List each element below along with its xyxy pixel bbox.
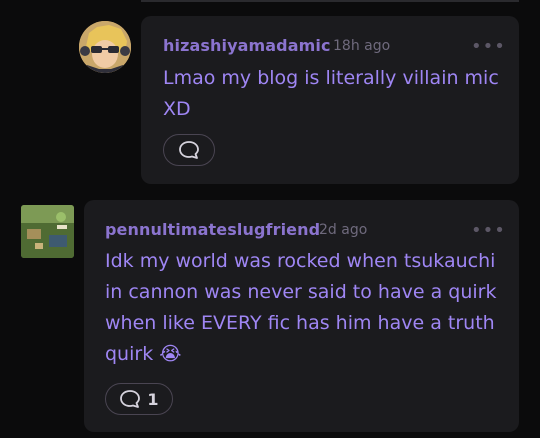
- comment-bubble: pennultimateslugfriend 2d ago ••• Idk my…: [84, 200, 519, 432]
- comment-text: Idk my world was rocked when tsukauchi i…: [105, 250, 497, 365]
- more-options-button[interactable]: •••: [471, 38, 506, 56]
- comment-bubble: hizashiyamadamic 18h ago ••• Lmao my blo…: [141, 16, 519, 184]
- username-link[interactable]: hizashiyamadamic: [163, 36, 331, 55]
- avatar-icon: [21, 205, 74, 258]
- speech-bubble-icon: [179, 141, 199, 159]
- comment-text: Lmao my blog is literally villain mic XD: [163, 67, 499, 120]
- user-avatar[interactable]: [21, 205, 74, 258]
- username-link[interactable]: pennultimateslugfriend: [105, 220, 320, 239]
- avatar-icon: [79, 21, 131, 73]
- thread-divider: [141, 0, 519, 2]
- speech-bubble-icon: [120, 390, 141, 408]
- reply-button[interactable]: [163, 134, 215, 166]
- reply-button[interactable]: 1: [105, 383, 173, 415]
- reply-count: 1: [147, 389, 159, 409]
- timestamp: 18h ago: [333, 38, 391, 54]
- timestamp: 2d ago: [319, 222, 368, 238]
- user-avatar[interactable]: [79, 21, 131, 73]
- more-options-button[interactable]: •••: [471, 222, 506, 240]
